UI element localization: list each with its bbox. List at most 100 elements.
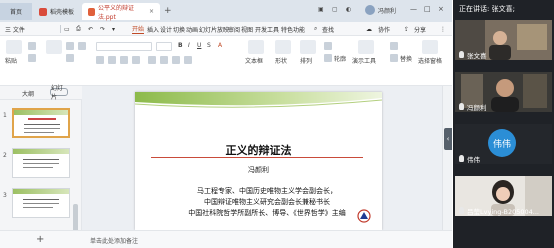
file-menu[interactable]: 三 文件 [5, 24, 25, 34]
textbox-label[interactable]: 文本框 [245, 56, 263, 65]
collapse-side-panel-icon[interactable]: ‹ [444, 128, 452, 150]
collab-menu[interactable]: 协作 [378, 24, 390, 34]
tab-template[interactable]: 稻壳模板 [33, 3, 81, 20]
tab-slides[interactable]: 幻灯片 [50, 85, 68, 101]
tab-home[interactable]: 首页 [0, 3, 32, 20]
ppt-file-icon [88, 7, 95, 16]
notes-placeholder[interactable]: 单击此处添加备注 [90, 236, 138, 245]
slideshow-tool-icon[interactable] [358, 40, 374, 54]
align-left-icon[interactable] [148, 56, 156, 64]
textbox-icon[interactable] [248, 40, 264, 54]
undo-icon[interactable]: ↶ [88, 24, 93, 34]
share-menu[interactable]: 分享 [414, 24, 426, 34]
close-button[interactable]: × [438, 5, 444, 13]
skin-icon[interactable]: ◐ [346, 6, 351, 13]
tab-document[interactable]: 公平义的辩证法.ppt × [82, 3, 160, 21]
maximize-button[interactable]: □ [424, 5, 431, 13]
align-center-icon[interactable] [160, 56, 168, 64]
outdent-icon[interactable] [132, 56, 140, 64]
menu-insert[interactable]: 插入 [147, 24, 159, 34]
shape-label[interactable]: 形状 [275, 56, 287, 65]
arrange-icon[interactable] [300, 40, 316, 54]
participant-tile-1[interactable]: 张文喜 [455, 20, 552, 60]
cut-icon[interactable] [28, 42, 36, 50]
window-icon[interactable]: ▢ [332, 6, 338, 13]
redo-icon[interactable]: ↷ [100, 24, 105, 34]
slide-thumb-2[interactable] [12, 148, 70, 178]
new-tab-button[interactable]: + [164, 6, 172, 16]
arrange-label[interactable]: 排列 [300, 56, 312, 65]
menu-divider [60, 25, 61, 33]
bullet-list-icon[interactable] [96, 56, 104, 64]
menu-home[interactable]: 开始 [132, 24, 145, 34]
more-quick-icon[interactable]: ▾ [112, 24, 115, 34]
indent-icon[interactable] [120, 56, 128, 64]
menu-design[interactable]: 设计 [160, 24, 172, 34]
tab-outline[interactable]: 大纲 [22, 89, 34, 98]
slide-thumb-1[interactable] [12, 108, 70, 138]
font-color-button[interactable]: A [218, 42, 222, 49]
quick-print-icon[interactable]: ⎙ [76, 24, 81, 34]
italic-button[interactable]: I [188, 42, 190, 49]
menu-slideshow[interactable]: 幻灯片放映 [199, 24, 229, 34]
slide-thumb-3[interactable] [12, 188, 70, 218]
cloud-icon[interactable]: ☁ [366, 24, 372, 34]
menu-view[interactable]: 视图 [241, 24, 253, 34]
strikethrough-button[interactable]: S [207, 42, 211, 49]
slide-bio-line-3[interactable]: 中国社科院哲学所副所长、博导、《世界哲学》主编 [157, 208, 377, 218]
menu-developer[interactable]: 开发工具 [255, 24, 279, 34]
more-options-icon[interactable]: ⋮ [440, 24, 446, 34]
slideshow-tool-label[interactable]: 演示工具 [352, 56, 376, 65]
canvas-scrollbar[interactable] [442, 86, 452, 230]
minimize-button[interactable]: — [410, 5, 417, 13]
fill-icon[interactable] [324, 42, 332, 50]
slide-bio-line-2[interactable]: 中国辩证唯物主义研究会副会长兼秘书长 [157, 197, 377, 207]
font-family-select[interactable] [96, 42, 152, 51]
new-slide-icon[interactable] [46, 40, 62, 54]
menu-review[interactable]: 审阅 [228, 24, 240, 34]
align-right-icon[interactable] [172, 56, 180, 64]
slide-author[interactable]: 冯颜利 [135, 165, 382, 175]
menu-transition[interactable]: 切换 [173, 24, 185, 34]
participant-tile-3[interactable]: 伟伟 伟伟 [455, 124, 552, 164]
share-icon[interactable]: ⇪ [404, 24, 409, 34]
section-icon[interactable] [66, 54, 74, 62]
tab-document-label: 公平义的辩证法.ppt [97, 4, 134, 21]
select-pane-label[interactable]: 选择窗格 [418, 56, 442, 65]
outline-icon[interactable] [324, 54, 332, 62]
participant-tile-4[interactable]: 吕莹Lvying-B205004... [455, 176, 552, 216]
slide-bio-line-1[interactable]: 马工程专家、中国历史唯物主义学会副会长， [157, 186, 377, 196]
search-menu[interactable]: 查找 [322, 24, 334, 34]
justify-icon[interactable] [184, 56, 192, 64]
layout-icon-ribbon[interactable] [66, 42, 74, 50]
layout-icon[interactable]: ▣ [318, 6, 324, 13]
replace-label[interactable]: 替换 [400, 54, 412, 63]
select-pane-icon[interactable] [422, 40, 438, 54]
replace-icon[interactable] [390, 54, 398, 62]
slide-panel-header: 大纲 幻灯片 [0, 85, 82, 101]
font-size-select[interactable] [156, 42, 172, 51]
ribbon: 粘贴 B I U S A 文本框 形状 排列 轮廓 演示工具 替换 选择窗格 [0, 36, 452, 86]
user-avatar[interactable] [365, 5, 375, 15]
slide-title[interactable]: 正义的辩证法 [135, 142, 382, 158]
bold-button[interactable]: B [178, 42, 183, 49]
add-slide-button[interactable]: + [36, 234, 44, 245]
institution-logo-icon [357, 209, 371, 223]
paste-icon[interactable] [6, 40, 22, 54]
reset-icon[interactable] [78, 42, 86, 50]
paste-label[interactable]: 粘贴 [5, 56, 17, 65]
outline-label[interactable]: 轮廓 [334, 54, 346, 63]
menu-animation[interactable]: 动画 [186, 24, 198, 34]
menu-features[interactable]: 特色功能 [281, 24, 305, 34]
shape-icon[interactable] [275, 40, 291, 54]
find-icon[interactable] [390, 42, 398, 50]
close-tab-icon[interactable]: × [149, 8, 154, 15]
user-name[interactable]: 冯颜利 [378, 6, 396, 15]
quick-save-icon[interactable]: ▭ [64, 24, 70, 34]
underline-button[interactable]: U [197, 42, 201, 49]
current-slide[interactable]: 正义的辩证法 冯颜利 马工程专家、中国历史唯物主义学会副会长， 中国辩证唯物主义… [135, 92, 382, 230]
number-list-icon[interactable] [108, 56, 116, 64]
participant-tile-2[interactable]: 冯颜利 [455, 72, 552, 112]
search-icon[interactable]: ⌕ [314, 24, 317, 34]
format-painter-icon[interactable] [28, 54, 36, 62]
